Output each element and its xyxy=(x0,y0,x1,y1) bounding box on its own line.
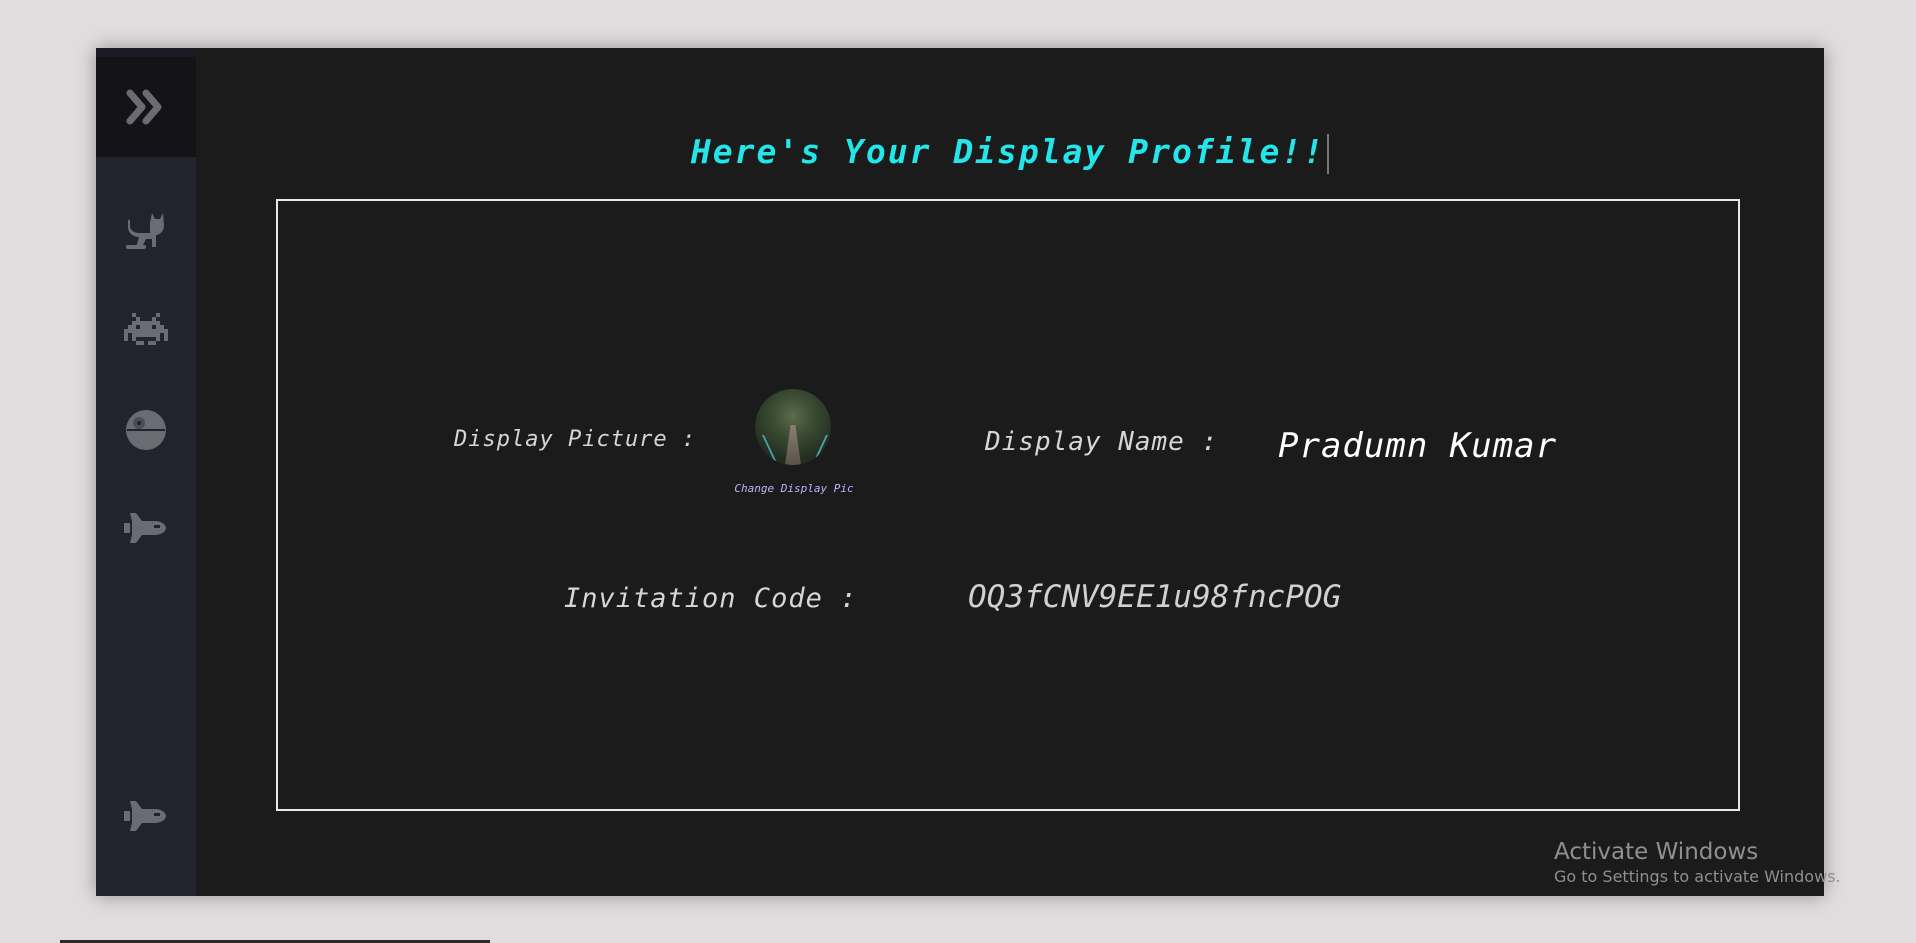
display-picture-label: Display Picture : xyxy=(454,427,697,452)
sidebar xyxy=(96,48,196,896)
profile-card: Display Picture : Change Display Pic Dis… xyxy=(276,199,1740,811)
cat-icon xyxy=(126,213,164,249)
sidebar-item-space-invader[interactable] xyxy=(96,290,196,370)
text-caret xyxy=(1327,133,1330,174)
avatar-image-rail-right xyxy=(794,435,828,465)
sidebar-toggle-button[interactable] xyxy=(96,57,196,157)
sidebar-item-death-star[interactable] xyxy=(96,390,196,470)
activate-windows-subtitle: Go to Settings to activate Windows. xyxy=(1554,867,1841,886)
change-display-pic-link[interactable]: Change Display Pic xyxy=(729,482,859,495)
display-name-label: Display Name : xyxy=(985,427,1219,457)
double-chevron-right-icon xyxy=(126,89,162,125)
app-window: Here's Your Display Profile!! Display Pi… xyxy=(96,48,1824,896)
sidebar-item-settings-shuttle[interactable] xyxy=(96,776,196,856)
page-title: Here's Your Display Profile!! xyxy=(196,132,1824,174)
invitation-code-label: Invitation Code : xyxy=(564,583,858,614)
display-name-value: Pradumn Kumar xyxy=(1278,426,1558,466)
space-shuttle-icon xyxy=(124,801,166,831)
avatar[interactable] xyxy=(755,389,831,465)
activate-windows-title: Activate Windows xyxy=(1554,839,1759,865)
sidebar-top-strip xyxy=(96,48,196,57)
space-invader-icon xyxy=(124,313,168,345)
sidebar-item-cat[interactable] xyxy=(96,190,196,270)
activate-windows-watermark: Activate Windows Go to Settings to activ… xyxy=(1554,839,1841,886)
page-title-text: Here's Your Display Profile!! xyxy=(690,132,1326,171)
invitation-code-value: OQ3fCNV9EE1u98fncPOG xyxy=(968,579,1342,615)
sidebar-item-shuttle[interactable] xyxy=(96,488,196,568)
death-star-icon xyxy=(126,410,166,450)
space-shuttle-icon xyxy=(124,513,166,543)
